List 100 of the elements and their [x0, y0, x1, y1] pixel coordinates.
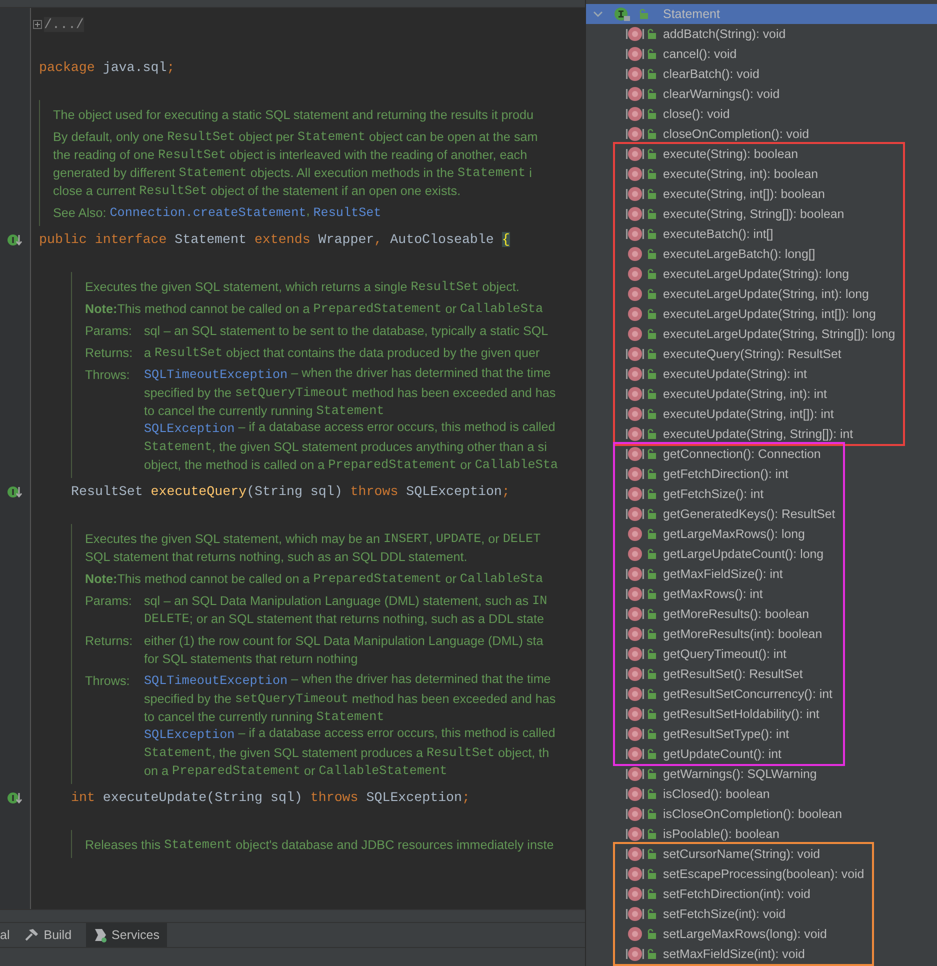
lock-icon — [647, 108, 657, 120]
member-item[interactable]: executeLargeUpdate(String): long — [615, 264, 896, 284]
member-item[interactable]: closeOnCompletion(): void — [615, 124, 809, 144]
member-item[interactable]: isClosed(): boolean — [615, 784, 842, 804]
lock-icon — [647, 908, 657, 920]
doc-text: Executes the given SQL statement, which returns a single ResultSet object. — [85, 279, 520, 296]
lock-icon — [647, 588, 657, 600]
member-item[interactable]: executeUpdate(String, int[]): int — [615, 404, 896, 424]
doc-text: Releases this Statement object's database and JDBC resources immediately inste — [85, 837, 554, 854]
link[interactable]: SQLException — [144, 726, 235, 744]
member-item[interactable]: executeUpdate(String, int): int — [615, 384, 896, 404]
member-item[interactable]: getResultSetType(): int — [615, 724, 836, 744]
lock-icon — [647, 168, 657, 180]
tool-window-tab[interactable]: al — [0, 923, 18, 947]
lock-icon — [647, 728, 657, 740]
lock-icon — [647, 28, 657, 40]
doc-text: SQLTimeoutException – when the driver has determined that the time specified by the setQueryTimeout method has been exceeded and has to cancel the currently running Statement SQLException – if a database access error occurs, this method is called Statement, the given SQL statement produces a ResultSet object, th on a PreparedStatement or CallableStatement — [144, 672, 556, 780]
lock-icon — [647, 788, 657, 800]
lock-icon — [647, 268, 657, 280]
lock-icon — [647, 348, 657, 360]
member-item[interactable]: getFetchDirection(): int — [615, 464, 836, 484]
member-item[interactable]: getResultSetHoldability(): int — [615, 704, 836, 724]
member-item[interactable]: setCursorName(String): void — [615, 844, 864, 864]
member-item[interactable]: execute(String, String[]): boolean — [615, 204, 896, 224]
lock-icon — [647, 688, 657, 700]
link[interactable]: ResultSet — [313, 204, 382, 222]
member-item[interactable]: close(): void — [615, 104, 809, 124]
member-item[interactable]: getFetchSize(): int — [615, 484, 836, 504]
member-item[interactable]: executeLargeUpdate(String, String[]): long — [615, 324, 896, 344]
member-item[interactable]: execute(String, int): boolean — [615, 164, 896, 184]
code-line: ResultSet executeQuery(String sql) throws SQLException; — [71, 483, 511, 501]
member-item[interactable]: cancel(): void — [615, 44, 809, 64]
member-item[interactable]: execute(String, int[]): boolean — [615, 184, 896, 204]
member-item[interactable]: setLargeMaxRows(long): void — [615, 924, 864, 944]
member-item[interactable]: getGeneratedKeys(): ResultSet — [615, 504, 836, 524]
member-item[interactable]: execute(String): boolean — [615, 144, 896, 164]
member-item[interactable]: getLargeMaxRows(): long — [615, 524, 836, 544]
code-line: public interface Statement extends Wrapper, AutoCloseable { — [39, 231, 511, 249]
member-item[interactable]: getWarnings(): SQLWarning — [615, 764, 842, 784]
member-item[interactable]: getMoreResults(int): boolean — [615, 624, 836, 644]
member-item[interactable]: clearWarnings(): void — [615, 84, 809, 104]
code-line: package java.sql; — [39, 59, 176, 77]
member-item[interactable]: getLargeUpdateCount(): long — [615, 544, 836, 564]
lock-icon — [647, 648, 657, 660]
member-item[interactable]: getQueryTimeout(): int — [615, 644, 836, 664]
member-item[interactable]: addBatch(String): void — [615, 24, 809, 44]
lock-icon — [647, 428, 657, 440]
member-item[interactable]: executeLargeUpdate(String, int): long — [615, 284, 896, 304]
lock-icon — [647, 568, 657, 580]
member-item[interactable]: setFetchDirection(int): void — [615, 884, 864, 904]
lock-icon — [647, 708, 657, 720]
doc-text: sql – an SQL statement to be sent to the database, typically a static SQL — [144, 323, 548, 340]
member-item[interactable]: executeLargeUpdate(String, int[]): long — [615, 304, 896, 324]
lock-icon — [647, 88, 657, 100]
member-item[interactable]: getMaxRows(): int — [615, 584, 836, 604]
doc-text: a ResultSet object that contains the data produced by the given quer — [144, 345, 540, 362]
member-item[interactable]: setMaxFieldSize(int): void — [615, 944, 864, 964]
doc-text: Note:This method cannot be called on a PreparedStatement or CallableSta — [85, 301, 544, 318]
member-item[interactable]: executeLargeBatch(): long[] — [615, 244, 896, 264]
member-item[interactable]: setFetchSize(int): void — [615, 904, 864, 924]
link[interactable]: SQLException — [144, 420, 235, 438]
lock-icon — [647, 508, 657, 520]
lock-icon — [647, 748, 657, 760]
member-item[interactable]: getResultSet(): ResultSet — [615, 664, 836, 684]
member-item[interactable]: getResultSetConcurrency(): int — [615, 684, 836, 704]
doc-text: Note:This method cannot be called on a PreparedStatement or CallableSta — [85, 571, 544, 588]
folded-code[interactable]: /.../ — [44, 16, 84, 32]
member-item[interactable]: getConnection(): Connection — [615, 444, 836, 464]
member-item[interactable]: executeUpdate(String, String[]): int — [615, 424, 896, 444]
member-item[interactable]: executeQuery(String): ResultSet — [615, 344, 896, 364]
member-item[interactable]: isCloseOnCompletion(): boolean — [615, 804, 842, 824]
lock-icon — [647, 488, 657, 500]
member-item[interactable]: clearBatch(): void — [615, 64, 809, 84]
member-item[interactable]: getUpdateCount(): int — [615, 744, 836, 764]
tool-window-tab[interactable]: Services — [86, 923, 168, 947]
lock-icon — [647, 148, 657, 160]
lock-icon — [647, 228, 657, 240]
doc-text: either (1) the row count for SQL Data Manipulation Language (DML) sta for SQL statements that return nothing — [144, 633, 544, 668]
interface-icon — [614, 6, 632, 22]
link[interactable]: SQLTimeoutException — [144, 366, 288, 384]
member-item[interactable]: getMoreResults(): boolean — [615, 604, 836, 624]
link[interactable]: Connection.createStatement — [110, 204, 306, 222]
lock-icon — [647, 468, 657, 480]
member-item[interactable]: isPoolable(): boolean — [615, 824, 842, 844]
lock-icon — [647, 308, 657, 320]
doc-label: Returns: — [85, 633, 134, 650]
lock-icon — [647, 848, 657, 860]
doc-label: Returns: — [85, 345, 134, 362]
doc-label: Throws: — [85, 673, 131, 690]
lock-icon — [647, 608, 657, 620]
code-line: int executeUpdate(String sql) throws SQLException; — [71, 789, 471, 807]
member-item[interactable]: setEscapeProcessing(boolean): void — [615, 864, 864, 884]
member-item[interactable]: executeBatch(): int[] — [615, 224, 896, 244]
doc-text: Executes the given SQL statement, which may be an INSERT, UPDATE, or DELET SQL statement that returns nothing, such as an SQL DDL statement. — [85, 531, 541, 566]
link[interactable]: SQLTimeoutException — [144, 672, 288, 690]
member-item[interactable]: executeUpdate(String): int — [615, 364, 896, 384]
member-item[interactable]: getMaxFieldSize(): int — [615, 564, 836, 584]
lock-icon — [647, 448, 657, 460]
tool-window-tab[interactable]: Build — [24, 923, 80, 947]
lock-icon — [647, 128, 657, 140]
